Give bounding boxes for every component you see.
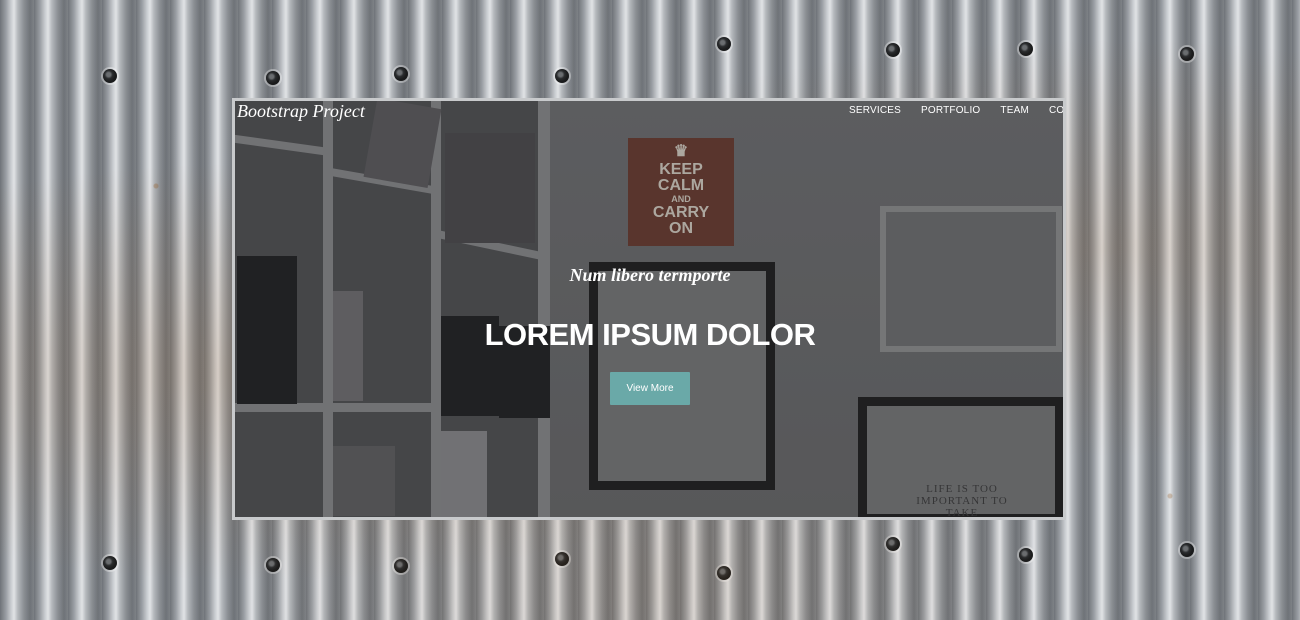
rivet: [717, 37, 731, 51]
rivet: [266, 558, 280, 572]
rivet: [394, 559, 408, 573]
rivet: [103, 556, 117, 570]
rivet: [266, 71, 280, 85]
rivet: [886, 537, 900, 551]
hero-subtitle: Num libero termporte: [569, 265, 731, 285]
rivet: [394, 67, 408, 81]
rivet: [1019, 42, 1033, 56]
rivet: [1019, 548, 1033, 562]
website-screenshot-frame: ♛ KEEP CALM AND CARRY ON LIFE IS TOO IMP…: [232, 98, 1066, 520]
rivet: [717, 566, 731, 580]
rivet: [103, 69, 117, 83]
hero-content: Num libero termporte LOREM IPSUM DOLOR V…: [235, 101, 1063, 517]
rivet: [886, 43, 900, 57]
hero-section: ♛ KEEP CALM AND CARRY ON LIFE IS TOO IMP…: [235, 101, 1063, 517]
rivet: [555, 69, 569, 83]
rivet: [555, 552, 569, 566]
hero-title: LOREM IPSUM DOLOR: [484, 317, 816, 352]
rivet: [1180, 543, 1194, 557]
rivet: [1180, 47, 1194, 61]
view-more-button[interactable]: View More: [610, 372, 690, 405]
